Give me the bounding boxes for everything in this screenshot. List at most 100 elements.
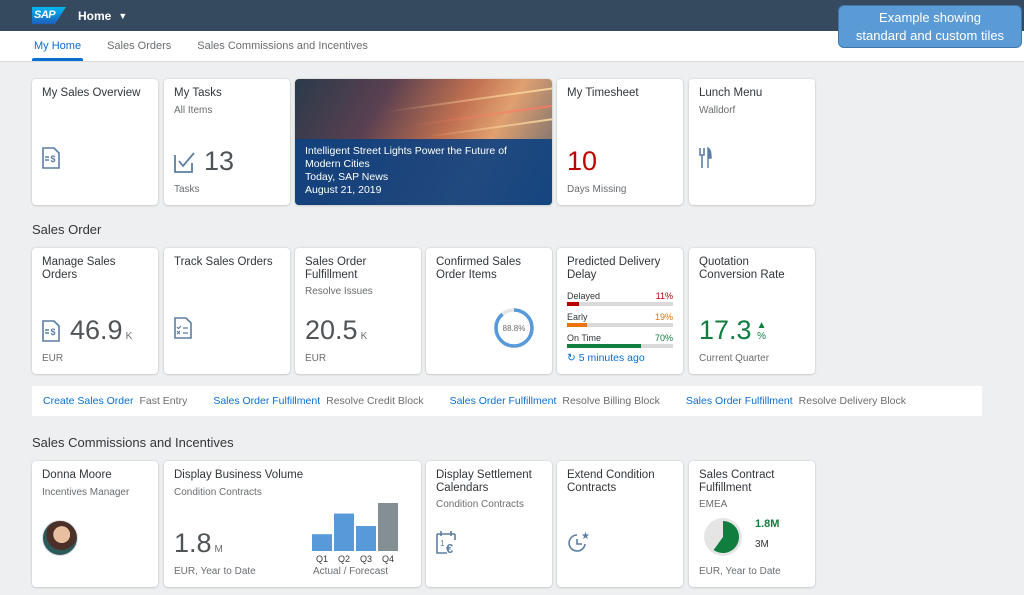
link-subtitle: Resolve Credit Block <box>326 395 424 407</box>
section-title-commissions: Sales Commissions and Incentives <box>32 435 234 450</box>
tile-title: Predicted Delivery Delay <box>567 256 661 281</box>
delivery-bar-track <box>567 302 673 306</box>
target-value: 3M <box>755 539 769 550</box>
tile-lunch-menu[interactable]: Lunch Menu Walldorf <box>689 79 815 205</box>
kpi-value: 17.3 <box>699 315 752 345</box>
delivery-row-label: On Time <box>567 333 602 343</box>
task-check-icon <box>174 152 195 173</box>
tile-subtitle: Walldorf <box>699 104 736 116</box>
tile-quotation-conversion-rate[interactable]: Quotation Conversion Rate 17.3 ▲ % Curre… <box>689 248 815 374</box>
tile-footer: Days Missing <box>567 184 627 195</box>
svg-text:€: € <box>446 541 453 554</box>
history-star-icon: ★ <box>568 531 590 552</box>
tile-news[interactable]: Intelligent Street Lights Power the Futu… <box>295 79 552 205</box>
tile-predicted-delivery-delay[interactable]: Predicted Delivery Delay Delayed 11% Early… <box>557 248 683 374</box>
tile-my-timesheet[interactable]: My Timesheet 10 Days Missing <box>557 79 683 205</box>
link-tiles-bar: Create Sales Order Fast Entry Sales Order… <box>32 386 982 416</box>
delivery-row-delayed: Delayed 11% <box>567 291 673 306</box>
fork-knife-icon <box>699 147 712 168</box>
delivery-bars: Delayed 11% Early 19% On Time 70% <box>567 291 673 348</box>
link-tile-resolve-delivery-block[interactable]: Sales Order Fulfillment Resolve Delivery … <box>686 395 906 407</box>
tab-sales-commissions[interactable]: Sales Commissions and Incentives <box>197 31 368 61</box>
tile-sales-order-fulfillment[interactable]: Sales Order Fulfillment Resolve Issues 2… <box>295 248 421 374</box>
tab-my-home[interactable]: My Home <box>31 31 84 61</box>
kpi-value: 46.9 <box>70 315 123 345</box>
svg-text:$: $ <box>51 327 56 337</box>
delivery-bar-track <box>567 323 673 327</box>
link-tile-create-sales-order[interactable]: Create Sales Order Fast Entry <box>43 395 187 407</box>
link-subtitle: Fast Entry <box>139 395 188 407</box>
callout-line-2: standard and custom tiles <box>855 28 1005 43</box>
tile-title: Lunch Menu <box>699 87 763 99</box>
tile-title: Donna Moore <box>42 469 112 481</box>
chevron-down-icon[interactable]: ▼ <box>118 11 127 21</box>
shell-title[interactable]: Home <box>78 9 111 23</box>
tile-track-sales-orders[interactable]: Track Sales Orders <box>164 248 290 374</box>
tile-subtitle: Incentives Manager <box>42 486 130 498</box>
tile-sales-contract-fulfillment[interactable]: Sales Contract Fulfillment EMEA 1.8M 3M … <box>689 461 815 587</box>
tile-extend-condition-contracts[interactable]: Extend Condition Contracts ★ <box>557 461 683 587</box>
tile-display-business-volume[interactable]: Display Business Volume Condition Contra… <box>164 461 421 587</box>
avatar <box>42 520 78 556</box>
tile-title: Manage Sales Orders <box>42 256 116 281</box>
delivery-row-value: 11% <box>655 291 673 301</box>
bar-label-q1: Q1 <box>316 554 328 564</box>
refresh-text: 5 minutes ago <box>578 352 645 364</box>
tile-footer: EUR <box>42 353 64 364</box>
link-title[interactable]: Create Sales Order <box>43 395 133 407</box>
svg-text:★: ★ <box>581 531 590 542</box>
business-volume-chart: Q1 Q2 Q3 Q4 <box>312 503 398 564</box>
tile-footer: EUR <box>305 353 327 364</box>
link-title[interactable]: Sales Order Fulfillment <box>450 395 557 407</box>
tile-title: Extend Condition Contracts <box>567 469 655 494</box>
contract-pie-chart <box>704 518 742 556</box>
news-source: Today, SAP News <box>305 171 389 183</box>
bar-label-q3: Q3 <box>360 554 372 564</box>
tile-manage-sales-orders[interactable]: Manage Sales Orders $ 46.9 K EUR <box>32 248 158 374</box>
news-caption: Intelligent Street Lights Power the Futu… <box>295 139 552 205</box>
svg-text:1: 1 <box>440 539 445 548</box>
bar-q4 <box>378 503 398 551</box>
tile-subtitle: Condition Contracts <box>436 499 524 510</box>
calendar-euro-icon: 1 € <box>436 531 456 554</box>
tile-title: My Timesheet <box>567 87 639 99</box>
tile-title: Display Business Volume <box>174 469 304 481</box>
link-subtitle: Resolve Billing Block <box>562 395 660 407</box>
svg-text:$: $ <box>51 154 56 164</box>
tile-title: Sales Contract Fulfillment <box>699 469 775 494</box>
radial-label: 88.8% <box>503 324 526 333</box>
bar-q3 <box>356 526 376 551</box>
refresh-status[interactable]: ↻ 5 minutes ago <box>567 352 645 364</box>
link-subtitle: Resolve Delivery Block <box>798 395 907 407</box>
link-tile-resolve-billing-block[interactable]: Sales Order Fulfillment Resolve Billing B… <box>450 395 660 407</box>
tile-my-tasks[interactable]: My Tasks All Items 13 Tasks <box>164 79 290 205</box>
tile-confirmed-sales-order-items[interactable]: Confirmed Sales Order Items 88.8% <box>426 248 552 374</box>
actual-value: 1.8M <box>755 518 780 530</box>
delivery-row-early: Early 19% <box>567 312 673 327</box>
tile-my-sales-overview[interactable]: My Sales Overview $ <box>32 79 158 205</box>
bar-label-q4: Q4 <box>382 554 394 564</box>
sap-logo[interactable]: SAP <box>32 7 66 24</box>
tile-subtitle: Resolve Issues <box>305 286 373 297</box>
link-title[interactable]: Sales Order Fulfillment <box>213 395 320 407</box>
tile-title: My Sales Overview <box>42 87 141 99</box>
link-tile-resolve-credit-block[interactable]: Sales Order Fulfillment Resolve Credit Bl… <box>213 395 423 407</box>
tile-title: Confirmed Sales Order Items <box>436 256 522 281</box>
tile-display-settlement-calendars[interactable]: Display Settlement Calendars Condition C… <box>426 461 552 587</box>
chart-caption: Actual / Forecast <box>313 566 389 577</box>
tile-footer: Tasks <box>174 184 200 195</box>
delivery-row-label: Early <box>567 312 588 322</box>
link-title[interactable]: Sales Order Fulfillment <box>686 395 793 407</box>
tab-sales-orders[interactable]: Sales Orders <box>107 31 171 61</box>
tile-title: Sales Order Fulfillment <box>305 256 367 281</box>
bar-q1 <box>312 534 332 551</box>
sales-document-icon: $ <box>42 147 60 169</box>
tile-donna-moore[interactable]: Donna Moore Incentives Manager <box>32 461 158 587</box>
kpi-unit: K <box>360 331 368 342</box>
radial-progress-chart: 88.8% <box>494 308 534 348</box>
kpi-unit: M <box>214 544 223 555</box>
tile-title: Track Sales Orders <box>174 256 273 268</box>
kpi-unit: K <box>125 331 133 342</box>
bar-q2 <box>334 513 354 551</box>
bar-label-q2: Q2 <box>338 554 350 564</box>
